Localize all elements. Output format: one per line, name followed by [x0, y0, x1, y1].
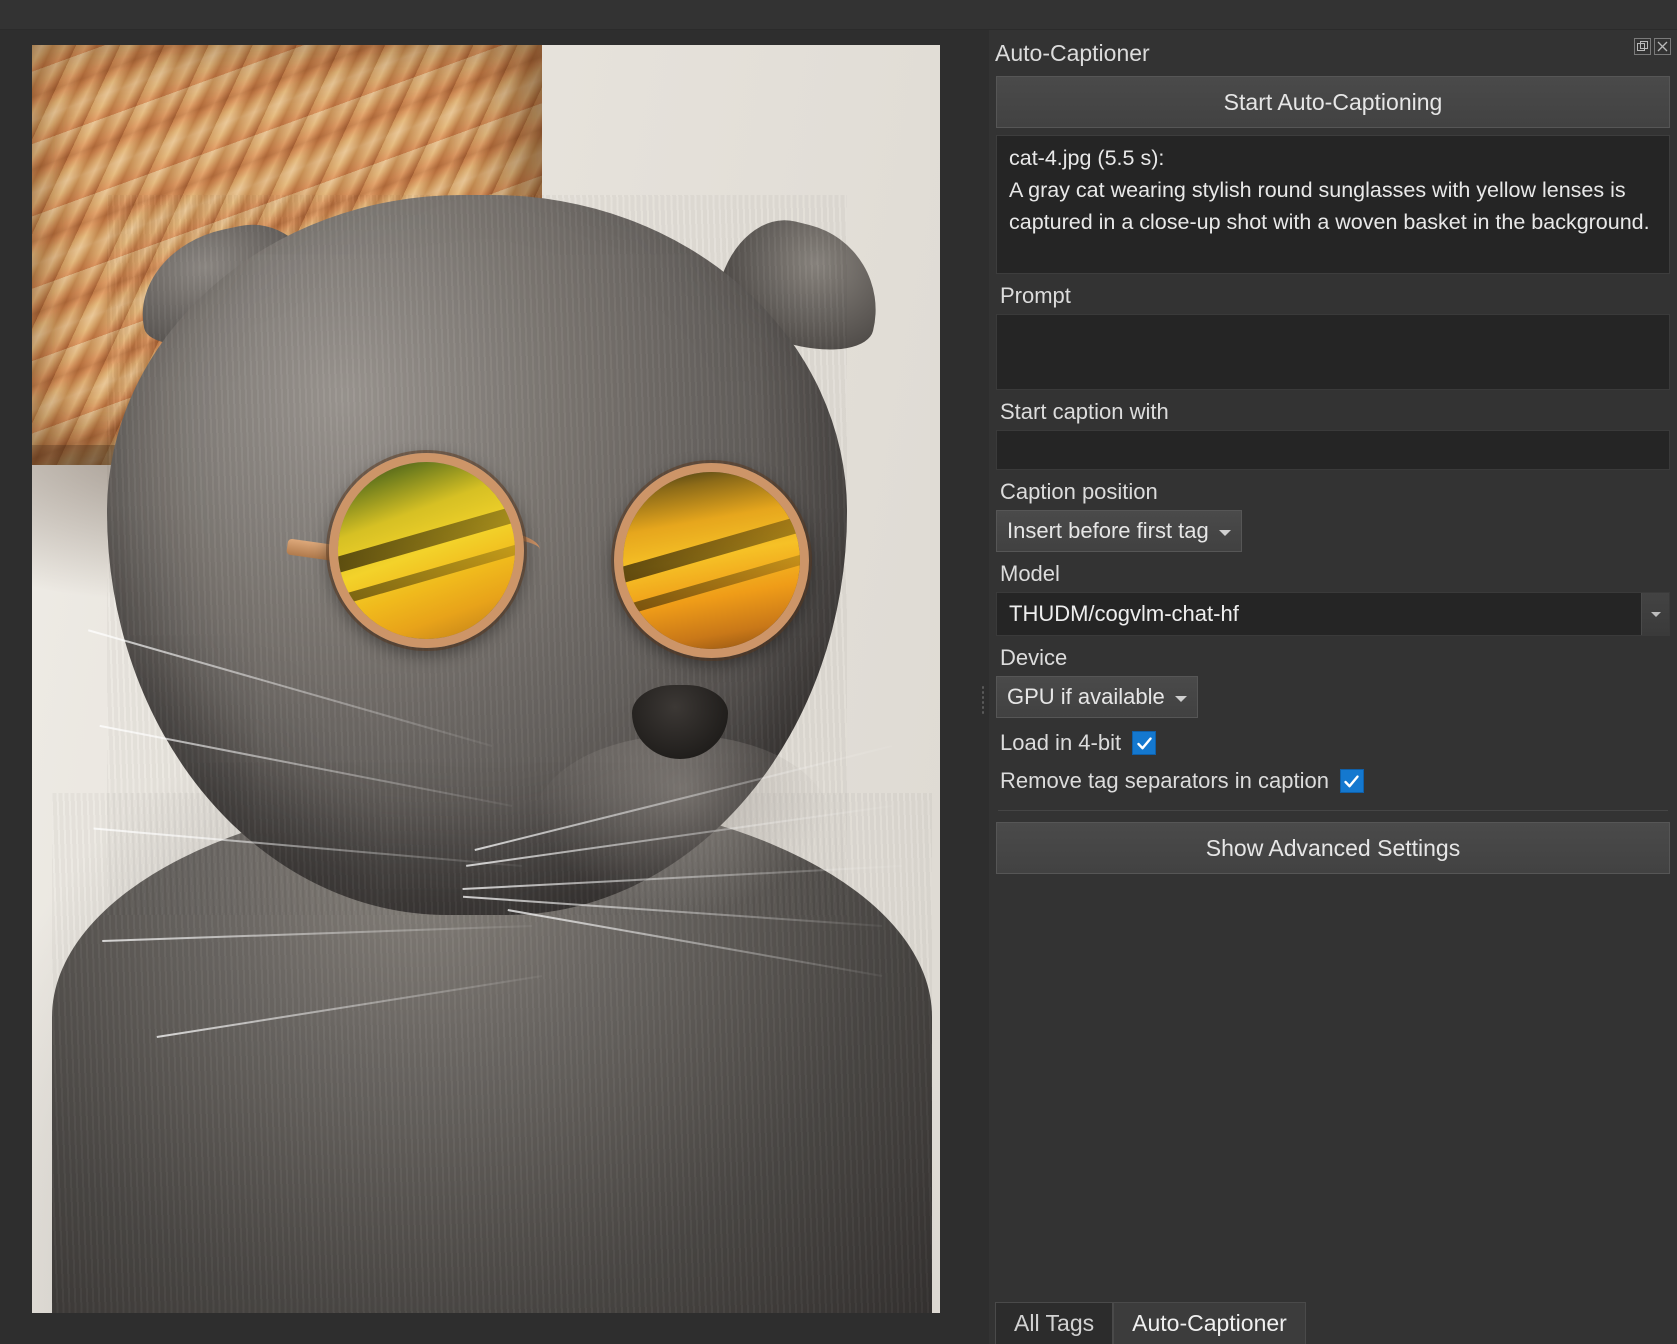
splitter-grip-icon [981, 685, 985, 715]
prompt-input[interactable] [996, 314, 1670, 390]
caption-position-label: Caption position [1000, 479, 1158, 504]
device-value: GPU if available [1007, 684, 1165, 709]
image-viewer-pane [0, 30, 977, 1344]
caption-position-dropdown[interactable]: Insert before first tag [996, 510, 1242, 552]
load-in-4bit-row[interactable]: Load in 4-bit [1000, 730, 1670, 756]
start-caption-with-input[interactable] [996, 430, 1670, 470]
device-dropdown[interactable]: GPU if available [996, 676, 1198, 718]
close-icon[interactable] [1654, 38, 1671, 55]
auto-captioner-form: Start Auto-Captioning cat-4.jpg (5.5 s):… [989, 76, 1677, 874]
section-divider [998, 810, 1668, 811]
cat-whiskers [32, 45, 940, 1313]
load-in-4bit-checkbox[interactable] [1132, 731, 1157, 755]
window-top-strip [0, 0, 1677, 30]
cat-photo [32, 45, 940, 1313]
pane-splitter[interactable] [977, 30, 989, 1344]
dock-tab-bar: All Tags Auto-Captioner [989, 1296, 1677, 1344]
model-dropdown-button[interactable] [1641, 593, 1669, 635]
model-input[interactable] [997, 593, 1641, 635]
chevron-down-icon [1218, 529, 1231, 536]
remove-tag-separators-row[interactable]: Remove tag separators in caption [1000, 768, 1670, 794]
tab-auto-captioner[interactable]: Auto-Captioner [1113, 1302, 1306, 1344]
model-combobox[interactable] [996, 592, 1670, 636]
chevron-down-icon [1174, 695, 1187, 702]
tab-all-tags[interactable]: All Tags [995, 1302, 1114, 1344]
remove-tag-separators-label: Remove tag separators in caption [1000, 768, 1329, 793]
caption-position-value: Insert before first tag [1007, 518, 1209, 543]
tab-label: All Tags [1014, 1310, 1095, 1336]
dock-window-buttons [1634, 38, 1671, 55]
start-caption-with-label: Start caption with [1000, 399, 1169, 424]
image-viewer[interactable] [32, 45, 940, 1313]
show-advanced-settings-button[interactable]: Show Advanced Settings [996, 822, 1670, 874]
float-icon[interactable] [1634, 38, 1651, 55]
dock-title-row: Auto-Captioner [989, 30, 1677, 76]
model-label: Model [1000, 561, 1060, 586]
tab-label: Auto-Captioner [1132, 1310, 1287, 1336]
caption-output[interactable]: cat-4.jpg (5.5 s): A gray cat wearing st… [996, 135, 1670, 274]
dock-title: Auto-Captioner [995, 39, 1150, 66]
start-auto-captioning-button[interactable]: Start Auto-Captioning [996, 76, 1670, 128]
application-window: Auto-Captioner Start Auto-Captioning cat… [0, 0, 1677, 1344]
remove-tag-separators-checkbox[interactable] [1339, 769, 1364, 793]
load-in-4bit-label: Load in 4-bit [1000, 730, 1122, 755]
prompt-label: Prompt [1000, 283, 1071, 308]
auto-captioner-dock: Auto-Captioner Start Auto-Captioning cat… [989, 30, 1677, 1344]
device-label: Device [1000, 645, 1068, 670]
chevron-down-icon [1650, 611, 1661, 617]
